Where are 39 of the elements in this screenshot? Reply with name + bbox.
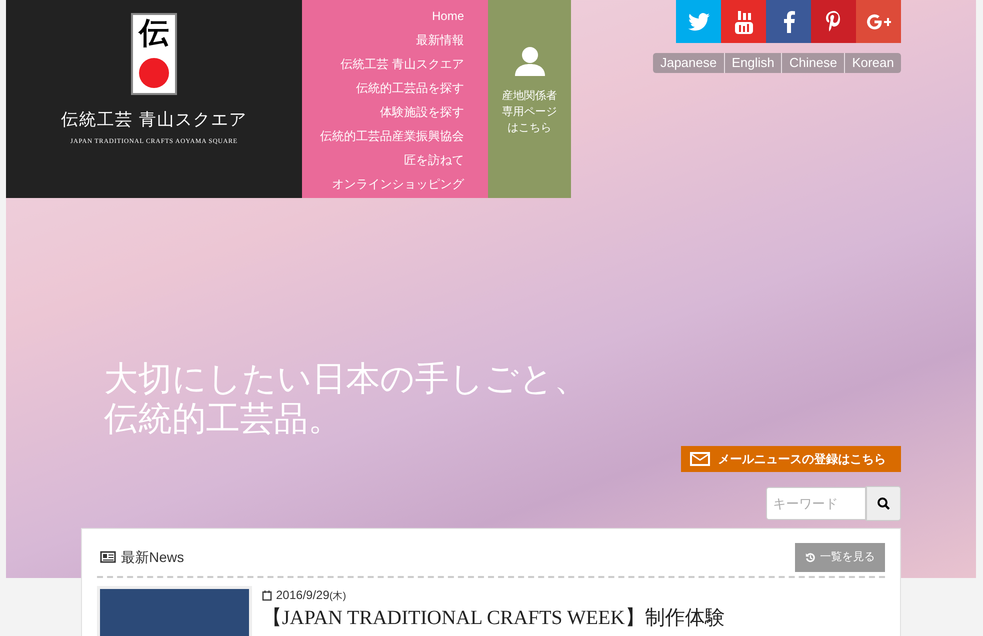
nav-link[interactable]: 最新情報 [416, 28, 464, 52]
logo-mark: 伝 [131, 13, 177, 95]
calendar-icon [262, 590, 272, 600]
social-link[interactable] [811, 0, 856, 43]
nav-link[interactable]: 伝統的工芸品を探す [356, 76, 464, 100]
nav-link[interactable]: 体験施設を探す [380, 100, 464, 124]
news-headline[interactable]: 【JAPAN TRADITIONAL CRAFTS WEEK】制作体験 [262, 607, 725, 629]
pinterest-p-icon [826, 10, 842, 32]
newspaper-icon [100, 551, 116, 563]
search-button[interactable] [866, 486, 901, 521]
g-plus-icon [866, 12, 890, 32]
social-link[interactable] [856, 0, 901, 43]
envelope-icon [690, 452, 710, 466]
nav-link[interactable]: 匠を訪ねて [404, 148, 464, 172]
search-icon [877, 497, 890, 510]
history-icon [805, 552, 816, 562]
catchphrase-line: 大切にしたい日本の手しごと、 [104, 360, 589, 400]
view-all-button[interactable]: 一覧を見る [795, 542, 885, 572]
facebook-f-icon [782, 10, 794, 32]
language-link[interactable]: Japanese [653, 53, 724, 73]
language-link[interactable]: Chinese [781, 53, 844, 73]
bird-icon [688, 12, 710, 30]
search-field[interactable]: キーワード [766, 487, 866, 520]
catchphrase-line: 伝統的工芸品。 [104, 400, 343, 440]
mail-news-button[interactable]: メールニュースの登録はこちら [681, 446, 901, 472]
news-title: 最新News [121, 548, 184, 566]
nav-link[interactable]: Home [432, 4, 464, 28]
sun-disc-icon [138, 57, 170, 89]
logo-title: 伝統工芸 青山スクエア [61, 109, 247, 131]
producer-link[interactable]: 産地関係者 専用ページ はこちら [488, 0, 571, 198]
nav-link[interactable]: オンラインショッピング [332, 172, 464, 196]
social-link[interactable] [721, 0, 766, 43]
language-link[interactable]: Korean [844, 53, 901, 73]
social-link[interactable] [766, 0, 811, 43]
nav-link[interactable]: 伝統工芸 青山スクエア [340, 52, 464, 76]
nav-link[interactable]: 伝統的工芸品産業振興協会 [320, 124, 464, 148]
language-link[interactable]: English [724, 53, 782, 73]
user-icon [514, 46, 546, 76]
news-date: 2016/9/29(木) [276, 587, 346, 604]
